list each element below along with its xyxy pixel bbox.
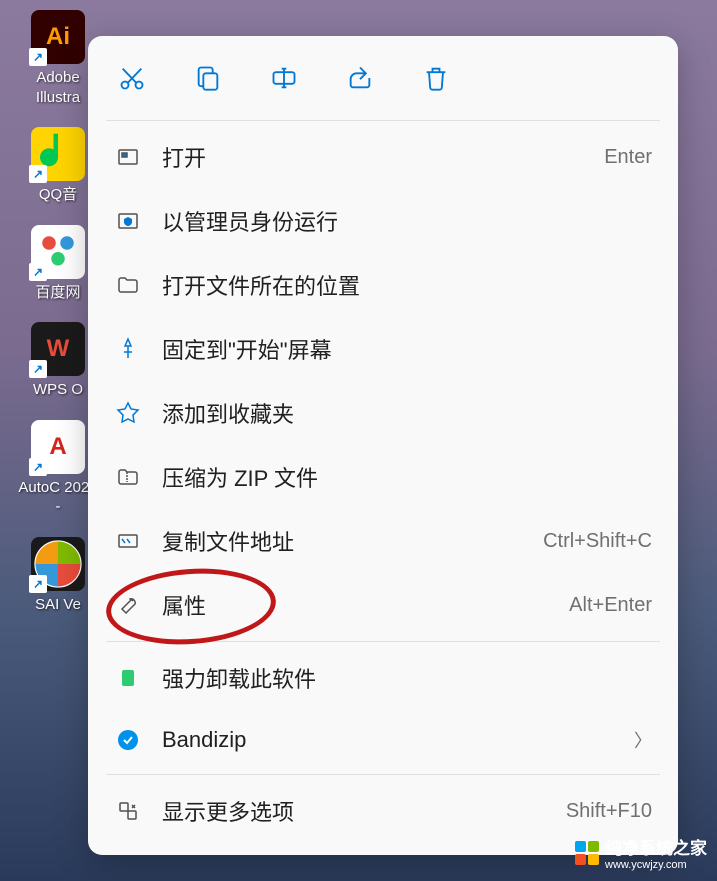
uninstall-icon — [114, 664, 142, 692]
menu-separator — [106, 641, 660, 642]
menu-label: 强力卸载此软件 — [162, 662, 652, 694]
shortcut-overlay-icon: ↗ — [29, 360, 47, 378]
desktop-icon-qqmusic[interactable]: ↗ QQ音 — [18, 127, 98, 205]
copy-icon — [194, 64, 222, 97]
copy-button[interactable] — [190, 62, 226, 98]
delete-icon — [422, 64, 450, 97]
pin-icon — [114, 335, 142, 363]
desktop-icon-sai[interactable]: ↗ SAI Ve — [18, 537, 98, 615]
menu-item-open[interactable]: 打开 Enter — [96, 125, 670, 189]
menu-item-bandizip[interactable]: Bandizip 〉 — [96, 710, 670, 770]
menu-item-run-as-admin[interactable]: 以管理员身份运行 — [96, 189, 670, 253]
icon-label: AutoC 2020 - — [18, 478, 98, 517]
menu-separator — [106, 774, 660, 775]
menu-label: 显示更多选项 — [162, 795, 566, 827]
menu-label: 添加到收藏夹 — [162, 397, 652, 429]
context-menu-toolbar — [96, 48, 670, 116]
shortcut-overlay-icon: ↗ — [29, 48, 47, 66]
share-icon — [346, 64, 374, 97]
shortcut-overlay-icon: ↗ — [29, 458, 47, 476]
wps-icon: W↗ — [31, 322, 85, 376]
menu-label: 压缩为 ZIP 文件 — [162, 461, 652, 493]
icon-label: SAI Ve — [35, 595, 81, 615]
desktop-icon-baidu[interactable]: ↗ 百度网 — [18, 225, 98, 303]
bandizip-icon — [114, 726, 142, 754]
menu-shortcut: Shift+F10 — [566, 800, 652, 823]
cut-icon — [118, 64, 146, 97]
menu-label: 打开文件所在的位置 — [162, 269, 652, 301]
menu-separator — [106, 120, 660, 121]
menu-label: 以管理员身份运行 — [162, 205, 652, 237]
baidu-icon: ↗ — [31, 225, 85, 279]
menu-item-properties[interactable]: 属性 Alt+Enter — [96, 573, 670, 637]
menu-item-copy-path[interactable]: 复制文件地址 Ctrl+Shift+C — [96, 509, 670, 573]
watermark-logo-icon — [575, 841, 599, 865]
rename-icon — [270, 64, 298, 97]
menu-shortcut: Alt+Enter — [569, 594, 652, 617]
delete-button[interactable] — [418, 62, 454, 98]
menu-label: Bandizip — [162, 727, 634, 753]
autocad-icon: A↗ — [31, 420, 85, 474]
zip-icon — [114, 463, 142, 491]
menu-item-compress-zip[interactable]: 压缩为 ZIP 文件 — [96, 445, 670, 509]
menu-item-open-location[interactable]: 打开文件所在的位置 — [96, 253, 670, 317]
menu-shortcut: Ctrl+Shift+C — [543, 530, 652, 553]
icon-label: 百度网 — [35, 283, 80, 303]
open-icon — [114, 143, 142, 171]
menu-label: 属性 — [162, 589, 569, 621]
icon-label: QQ音 — [39, 185, 77, 205]
qqmusic-icon: ↗ — [31, 127, 85, 181]
cut-button[interactable] — [114, 62, 150, 98]
menu-label: 复制文件地址 — [162, 525, 543, 557]
path-icon — [114, 527, 142, 555]
menu-item-uninstall[interactable]: 强力卸载此软件 — [96, 646, 670, 710]
icon-label: Adobe Illustra — [18, 68, 98, 107]
desktop-icon-autocad[interactable]: A↗ AutoC 2020 - — [18, 420, 98, 517]
menu-label: 固定到"开始"屏幕 — [162, 333, 652, 365]
context-menu: 打开 Enter 以管理员身份运行 打开文件所在的位置 固定到"开始"屏幕 添加… — [88, 36, 678, 855]
share-button[interactable] — [342, 62, 378, 98]
menu-label: 打开 — [162, 141, 604, 173]
shortcut-overlay-icon: ↗ — [29, 165, 47, 183]
desktop-icon-illustrator[interactable]: Ai↗ Adobe Illustra — [18, 10, 98, 107]
chevron-right-icon: 〉 — [634, 727, 652, 753]
more-icon — [114, 797, 142, 825]
watermark-text: 纯净系统之家 www.ycwjzy.com — [605, 834, 707, 871]
watermark: 纯净系统之家 www.ycwjzy.com — [575, 834, 707, 871]
desktop-icons: Ai↗ Adobe Illustra ↗ QQ音 ↗ 百度网 W↗ WPS O … — [18, 10, 98, 634]
illustrator-icon: Ai↗ — [31, 10, 85, 64]
shortcut-overlay-icon: ↗ — [29, 575, 47, 593]
shield-icon — [114, 207, 142, 235]
menu-item-add-favorite[interactable]: 添加到收藏夹 — [96, 381, 670, 445]
wrench-icon — [114, 591, 142, 619]
menu-item-pin-start[interactable]: 固定到"开始"屏幕 — [96, 317, 670, 381]
rename-button[interactable] — [266, 62, 302, 98]
star-icon — [114, 399, 142, 427]
desktop-icon-wps[interactable]: W↗ WPS O — [18, 322, 98, 400]
menu-shortcut: Enter — [604, 146, 652, 169]
shortcut-overlay-icon: ↗ — [29, 263, 47, 281]
icon-label: WPS O — [33, 380, 83, 400]
sai-icon: ↗ — [31, 537, 85, 591]
folder-icon — [114, 271, 142, 299]
